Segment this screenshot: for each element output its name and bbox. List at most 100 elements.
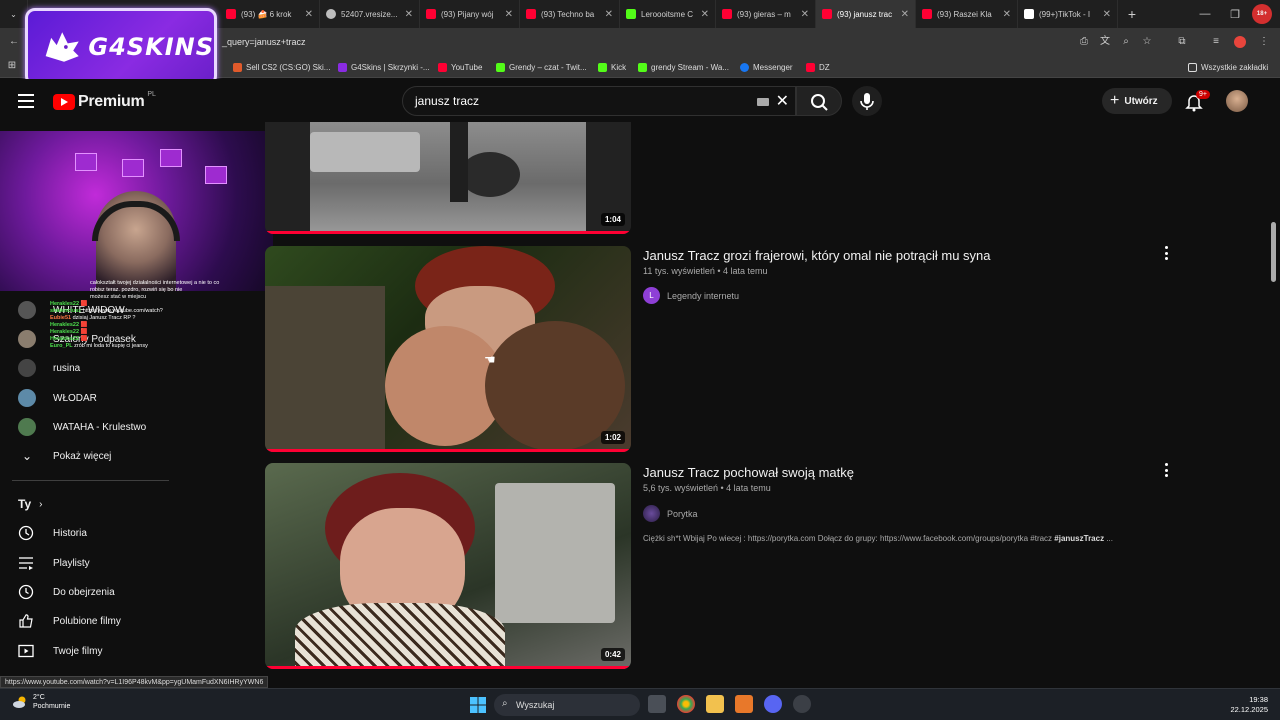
steam-taskbar-icon[interactable] xyxy=(793,695,811,713)
account-avatar[interactable] xyxy=(1226,90,1248,112)
app-taskbar-icon[interactable] xyxy=(735,695,753,713)
like-icon xyxy=(19,614,33,628)
bookmark-item[interactable]: G4Skins | Skrzynki -... xyxy=(338,60,430,74)
browser-tab[interactable]: (93) Pijany wój ✕ xyxy=(420,0,520,28)
youtube-header: Premium PL janusz tracz ✕ + Utwórz 9+ xyxy=(0,79,1280,123)
extensions-icon[interactable]: ⧉ xyxy=(1176,36,1188,48)
profile-badge-icon[interactable]: 18+ xyxy=(1252,4,1272,24)
bookmark-item[interactable]: YouTube xyxy=(438,60,482,74)
person-shape xyxy=(450,122,468,202)
channel-link[interactable]: Porytka xyxy=(643,505,698,522)
bookmark-item[interactable]: Grendy – czat - Twit... xyxy=(496,60,587,74)
channel-link[interactable]: L Legendy internetu xyxy=(643,287,739,304)
page-scrollbar[interactable] xyxy=(1271,222,1276,282)
sidebar-item-watch-later[interactable]: Do obejrzenia xyxy=(18,581,115,603)
all-bookmarks-folder[interactable]: Wszystkie zakładki xyxy=(1188,60,1268,74)
close-icon[interactable]: ✕ xyxy=(405,9,413,20)
browser-tab[interactable]: 52407.vresize... ✕ xyxy=(320,0,420,28)
close-icon[interactable]: ✕ xyxy=(901,9,909,20)
media-control-icon[interactable]: ≡ xyxy=(1210,36,1222,48)
video-thumbnail[interactable]: 1:02 xyxy=(265,246,631,452)
search-input[interactable]: janusz tracz xyxy=(415,94,479,108)
weather-widget[interactable]: 2°C Pochmurnie xyxy=(12,693,70,711)
task-view-icon[interactable] xyxy=(648,695,666,713)
notifications-badge: 9+ xyxy=(1196,90,1210,99)
close-icon[interactable]: ✕ xyxy=(605,9,613,20)
create-button[interactable]: + Utwórz xyxy=(1102,88,1172,114)
bookmark-item[interactable]: Sell CS2 (CS:GO) Ski... xyxy=(233,60,330,74)
back-arrow-icon[interactable]: ← xyxy=(8,36,20,48)
keyboard-icon[interactable] xyxy=(757,98,769,106)
chat-message: Herakles22 🟥 xyxy=(50,336,88,342)
close-icon[interactable]: ✕ xyxy=(505,9,513,20)
sidebar-item-playlists[interactable]: Playlisty xyxy=(18,552,90,574)
maximize-button[interactable]: ❐ xyxy=(1220,0,1250,28)
translate-icon[interactable]: 文 xyxy=(1099,36,1111,48)
bookmark-item[interactable]: grendy Stream - Wa... xyxy=(638,60,729,74)
duration-badge: 0:42 xyxy=(600,648,625,661)
clear-search-icon[interactable]: ✕ xyxy=(776,91,789,111)
subscription-item[interactable]: WATAHA - Krulestwo xyxy=(18,416,146,438)
menu-dots-icon[interactable]: ⋮ xyxy=(1258,36,1270,48)
youtube-favicon-icon xyxy=(438,62,447,72)
bookmark-item[interactable]: Kick xyxy=(598,60,626,74)
video-thumbnail[interactable]: 0:42 xyxy=(265,463,631,669)
tiktok-favicon-icon xyxy=(1024,9,1034,19)
close-icon[interactable]: ✕ xyxy=(1003,9,1011,20)
close-icon[interactable]: ✕ xyxy=(1103,9,1111,20)
chat-message: Herakles22 🟥 xyxy=(50,301,88,307)
install-app-icon[interactable]: ⎙ xyxy=(1078,36,1090,48)
taskbar-search-input[interactable]: ⌕ Wyszukaj xyxy=(494,694,640,716)
file-explorer-icon[interactable] xyxy=(706,695,724,713)
kick-favicon-icon xyxy=(626,9,636,19)
youtube-favicon-icon xyxy=(226,9,236,19)
browser-tab-active[interactable]: (93) janusz trac ✕ xyxy=(816,0,916,28)
close-icon[interactable]: ✕ xyxy=(305,9,313,20)
menu-hamburger-icon[interactable] xyxy=(18,94,34,108)
car-shape xyxy=(310,132,420,172)
sidebar-item-history[interactable]: Historia xyxy=(18,522,87,544)
g4skins-logo-overlay: G4SKINS xyxy=(25,8,217,86)
video-title[interactable]: Janusz Tracz pochował swoją matkę xyxy=(643,465,854,480)
video-thumbnail[interactable]: 1:04 xyxy=(265,122,631,234)
video-title[interactable]: Janusz Tracz grozi frajerowi, który omal… xyxy=(643,248,991,263)
chrome-taskbar-icon[interactable] xyxy=(677,695,695,713)
sidebar-item-liked[interactable]: Polubione filmy xyxy=(18,610,121,632)
new-tab-button[interactable]: + xyxy=(1118,0,1146,28)
show-more-button[interactable]: ⌄ Pokaż więcej xyxy=(18,445,111,467)
browser-tab[interactable]: (93) gieras – m ✕ xyxy=(716,0,816,28)
browser-tab[interactable]: (93) Raszei Kla ✕ xyxy=(916,0,1018,28)
shelf-item xyxy=(75,153,97,171)
close-icon[interactable]: ✕ xyxy=(801,9,809,20)
voice-search-button[interactable] xyxy=(852,86,882,116)
bookmark-item[interactable]: Messenger xyxy=(740,60,793,74)
channel-avatar xyxy=(18,389,36,407)
more-actions-icon[interactable] xyxy=(1160,463,1172,477)
bookmark-item[interactable]: DZ xyxy=(806,60,830,74)
youtube-premium-logo[interactable]: Premium PL xyxy=(53,91,156,111)
chat-message: możesz stać w miejscu xyxy=(90,294,147,300)
zoom-icon[interactable]: ⌕ xyxy=(1120,36,1132,48)
windows-start-icon[interactable] xyxy=(470,697,486,713)
close-icon[interactable]: ✕ xyxy=(701,9,709,20)
apps-grid-icon[interactable]: ⊞ xyxy=(6,60,18,72)
chrome-profile-icon[interactable] xyxy=(1234,36,1246,48)
bookmark-star-icon[interactable]: ☆ xyxy=(1141,36,1153,48)
tab-search-button[interactable]: ⌄ xyxy=(0,0,28,28)
url-field[interactable]: _query=janusz+tracz xyxy=(222,33,1062,51)
discord-taskbar-icon[interactable] xyxy=(764,695,782,713)
search-icon xyxy=(811,94,828,111)
channel-avatar xyxy=(18,330,36,348)
browser-tab[interactable]: (93) 🍰 6 krok ✕ xyxy=(220,0,320,28)
sidebar-section-you[interactable]: Ty › xyxy=(18,493,42,515)
sidebar-item-your-videos[interactable]: Twoje filmy xyxy=(18,640,102,662)
browser-tab[interactable]: Leroooitsme C ✕ xyxy=(620,0,716,28)
minimize-button[interactable]: — xyxy=(1190,0,1220,28)
search-box[interactable]: janusz tracz ✕ xyxy=(402,86,796,116)
browser-tab[interactable]: (93) Techno ba ✕ xyxy=(520,0,620,28)
more-actions-icon[interactable] xyxy=(1160,246,1172,260)
search-button[interactable] xyxy=(796,86,842,116)
globe-icon xyxy=(326,9,336,19)
browser-tab[interactable]: (99+)TikTok - I ✕ xyxy=(1018,0,1118,28)
system-clock[interactable]: 19:38 22.12.2025 xyxy=(1230,695,1268,715)
